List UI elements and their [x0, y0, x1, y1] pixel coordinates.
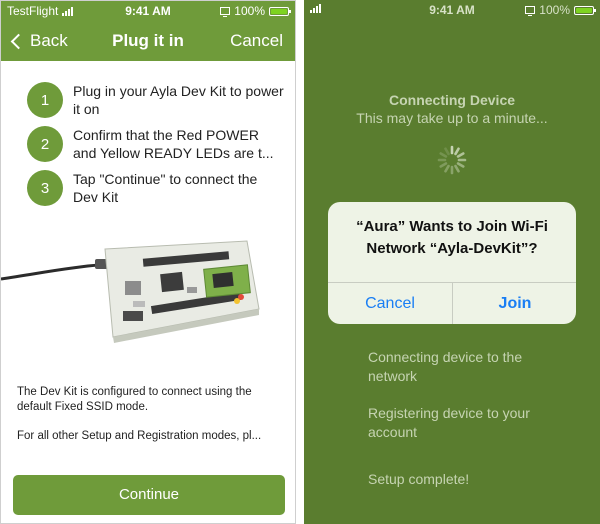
- dev-kit-image: [1, 240, 260, 343]
- status-bar: TestFlight 9:41 AM 100%: [1, 1, 295, 21]
- progress-step: Connecting device to the network: [368, 349, 523, 384]
- wifi-join-alert: “Aura” Wants to Join Wi-Fi Network “Ayla…: [328, 202, 576, 324]
- nav-bar: TestFlight 9:41 AM 100% Back Plug it in …: [1, 1, 295, 61]
- progress-step: Registering device to your account: [368, 405, 530, 440]
- alert-join-button[interactable]: Join: [453, 283, 576, 324]
- step-item: 3 Tap "Continue" to connect the Dev Kit: [27, 170, 285, 206]
- battery-percent: 100%: [234, 4, 265, 18]
- step-text: Plug in your Ayla Dev Kit to power it on: [73, 83, 284, 117]
- screen-mirroring-icon: [525, 6, 536, 16]
- loading-spinner-icon: [437, 145, 467, 175]
- info-paragraph: The Dev Kit is configured to connect usi…: [17, 386, 252, 413]
- step-item: 2 Confirm that the Red POWER and Yellow …: [27, 126, 285, 162]
- alert-message: “Aura” Wants to Join Wi-Fi Network “Ayla…: [356, 218, 548, 257]
- screen-mirroring-icon: [220, 7, 231, 17]
- chevron-left-icon: [10, 33, 27, 49]
- connecting-device-screen: 9:41 AM 100% Connecting Device This may …: [304, 0, 600, 524]
- step-text: Tap "Continue" to connect the Dev Kit: [73, 171, 258, 205]
- connecting-subtitle: This may take up to a minute...: [356, 110, 548, 126]
- step-text: Confirm that the Red POWER and Yellow RE…: [73, 127, 274, 161]
- battery-icon: [574, 5, 596, 15]
- connecting-title: Connecting Device: [388, 92, 516, 108]
- progress-step: Setup complete!: [368, 471, 470, 487]
- battery-percent: 100%: [539, 3, 570, 17]
- continue-button[interactable]: Continue: [13, 475, 285, 515]
- plug-it-in-screen: TestFlight 9:41 AM 100% Back Plug it in …: [0, 0, 296, 524]
- step-item: 1 Plug in your Ayla Dev Kit to power it …: [27, 82, 285, 118]
- back-label: Back: [30, 31, 68, 50]
- step-number-badge: 2: [27, 126, 63, 162]
- cancel-button[interactable]: Cancel: [230, 31, 283, 51]
- step-number-badge: 1: [27, 82, 63, 118]
- step-number-badge: 3: [27, 170, 63, 206]
- battery-icon: [269, 6, 291, 16]
- alert-cancel-button[interactable]: Cancel: [328, 283, 452, 324]
- back-button[interactable]: Back: [9, 31, 68, 51]
- status-bar: 9:41 AM 100%: [304, 0, 600, 20]
- info-paragraph: For all other Setup and Registration mod…: [17, 430, 262, 442]
